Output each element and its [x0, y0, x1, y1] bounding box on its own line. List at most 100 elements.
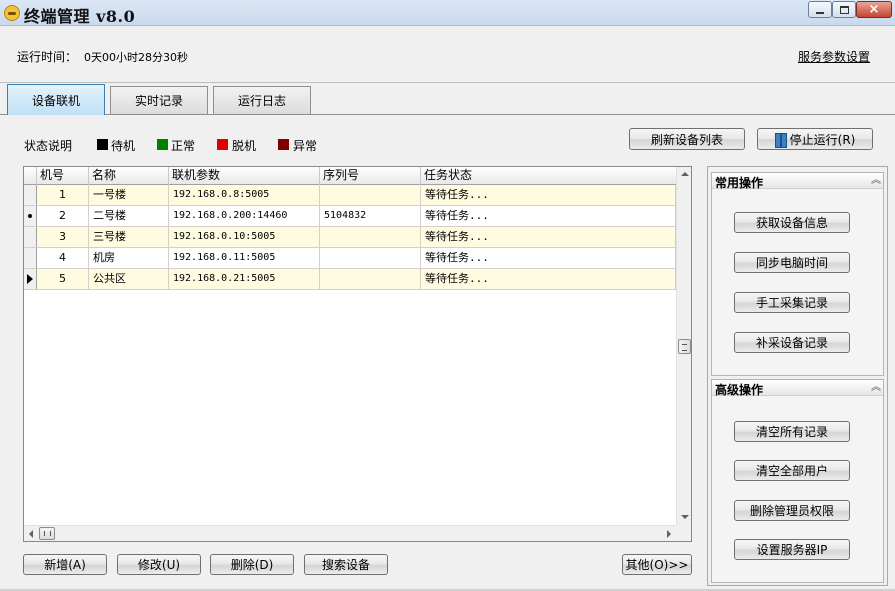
cell-name[interactable]: 二号楼	[89, 206, 169, 226]
column-header-name[interactable]: 名称	[89, 167, 169, 185]
vertical-scroll-thumb[interactable]	[678, 339, 691, 354]
cell-serial[interactable]	[320, 227, 421, 247]
scroll-right-icon[interactable]	[667, 530, 671, 538]
cell-name[interactable]: 公共区	[89, 269, 169, 289]
tab-realtime-records[interactable]: 实时记录	[110, 86, 208, 114]
advanced-operations-group: 高级操作 ︽ 清空所有记录 清空全部用户 删除管理员权限 设置服务器IP	[711, 379, 884, 583]
cell-name[interactable]: 三号楼	[89, 227, 169, 247]
legend-label-offline: 脱机	[232, 139, 257, 153]
column-header-params[interactable]: 联机参数	[169, 167, 320, 185]
legend-swatch-normal	[157, 139, 168, 150]
operations-panel: 常用操作 ︽ 获取设备信息 同步电脑时间 手工采集记录 补采设备记录 高级操作 …	[707, 166, 888, 586]
row-indicator[interactable]	[24, 185, 37, 205]
table-row[interactable]: 4 机房 192.168.0.11:5005 等待任务...	[24, 248, 676, 269]
scroll-left-icon[interactable]	[29, 530, 33, 538]
cell-status[interactable]: 等待任务...	[421, 227, 676, 247]
cell-params[interactable]: 192.168.0.21:5005	[169, 269, 320, 289]
stop-label: 停止运行(R)	[789, 132, 856, 147]
tab-device-online[interactable]: 设备联机	[7, 84, 105, 115]
collapse-icon[interactable]: ︽	[871, 173, 881, 189]
cell-params[interactable]: 192.168.0.10:5005	[169, 227, 320, 247]
row-indicator[interactable]	[24, 227, 37, 247]
cell-status[interactable]: 等待任务...	[421, 248, 676, 268]
window-title: 终端管理 v8.0	[24, 7, 136, 26]
tab-run-log[interactable]: 运行日志	[213, 86, 311, 114]
search-device-button[interactable]: 搜索设备	[304, 554, 388, 575]
add-button[interactable]: 新增(A)	[23, 554, 107, 575]
cell-name[interactable]: 一号楼	[89, 185, 169, 205]
cell-status[interactable]: 等待任务...	[421, 269, 676, 289]
cell-name[interactable]: 机房	[89, 248, 169, 268]
delete-button[interactable]: 删除(D)	[210, 554, 294, 575]
horizontal-scrollbar[interactable]	[24, 525, 676, 541]
grid-rows: 1 一号楼 192.168.0.8:5005 等待任务... 2 二号楼 192.168.0…	[24, 185, 676, 290]
cell-serial[interactable]: 5104832	[320, 206, 421, 226]
cell-status[interactable]: 等待任务...	[421, 185, 676, 205]
close-icon: ×	[868, 2, 880, 17]
close-button[interactable]: ×	[856, 1, 892, 18]
clear-all-users-button[interactable]: 清空全部用户	[734, 460, 850, 481]
delete-admin-rights-label: 删除管理员权限	[749, 504, 834, 518]
legend-swatch-abnormal	[278, 139, 289, 150]
scroll-corner	[676, 525, 691, 541]
table-row[interactable]: 5 公共区 192.168.0.21:5005 等待任务...	[24, 269, 676, 290]
recollect-device-records-label: 补采设备记录	[755, 336, 828, 350]
column-header-id[interactable]: 机号	[37, 167, 89, 185]
stop-running-button[interactable]: 停止运行(R)	[757, 128, 873, 150]
advanced-operations-header[interactable]: 高级操作 ︽	[712, 380, 883, 397]
edit-dot-icon	[28, 214, 32, 218]
manual-collect-records-button[interactable]: 手工采集记录	[734, 292, 850, 313]
horizontal-scroll-thumb[interactable]	[39, 527, 55, 540]
edit-button[interactable]: 修改(U)	[117, 554, 201, 575]
common-operations-header[interactable]: 常用操作 ︽	[712, 173, 883, 190]
collapse-icon[interactable]: ︽	[871, 380, 881, 396]
sync-pc-time-button[interactable]: 同步电脑时间	[734, 252, 850, 273]
refresh-device-list-button[interactable]: 刷新设备列表	[629, 128, 745, 150]
service-settings-link[interactable]: 服务参数设置	[798, 48, 870, 65]
row-indicator[interactable]	[24, 269, 37, 289]
cell-params[interactable]: 192.168.0.200:14460	[169, 206, 320, 226]
maximize-button[interactable]	[832, 1, 856, 18]
clear-all-records-button[interactable]: 清空所有记录	[734, 421, 850, 442]
get-device-info-button[interactable]: 获取设备信息	[734, 212, 850, 233]
legend-swatch-offline	[217, 139, 228, 150]
pause-icon	[774, 132, 787, 148]
recollect-device-records-button[interactable]: 补采设备记录	[734, 332, 850, 353]
scroll-down-icon[interactable]	[681, 515, 689, 519]
cell-id[interactable]: 3	[37, 227, 89, 247]
row-indicator-header	[24, 167, 37, 185]
cell-id[interactable]: 5	[37, 269, 89, 289]
scroll-up-icon[interactable]	[681, 172, 689, 176]
set-server-ip-button[interactable]: 设置服务器IP	[734, 539, 850, 560]
column-header-status[interactable]: 任务状态	[421, 167, 676, 185]
table-row[interactable]: 1 一号楼 192.168.0.8:5005 等待任务...	[24, 185, 676, 206]
current-row-arrow-icon	[27, 274, 33, 284]
legend-title: 状态说明	[24, 139, 73, 153]
cell-serial[interactable]	[320, 248, 421, 268]
set-server-ip-label: 设置服务器IP	[756, 543, 828, 557]
legend-label-abnormal: 异常	[293, 139, 318, 153]
cell-serial[interactable]	[320, 269, 421, 289]
cell-id[interactable]: 2	[37, 206, 89, 226]
column-header-serial[interactable]: 序列号	[320, 167, 421, 185]
minimize-button[interactable]	[808, 1, 832, 18]
table-row[interactable]: 3 三号楼 192.168.0.10:5005 等待任务...	[24, 227, 676, 248]
vertical-scrollbar[interactable]	[676, 167, 691, 525]
delete-label: 删除(D)	[230, 558, 274, 572]
cell-status[interactable]: 等待任务...	[421, 206, 676, 226]
cell-id[interactable]: 4	[37, 248, 89, 268]
cell-id[interactable]: 1	[37, 185, 89, 205]
table-row[interactable]: 2 二号楼 192.168.0.200:14460 5104832 等待任务...	[24, 206, 676, 227]
cell-params[interactable]: 192.168.0.11:5005	[169, 248, 320, 268]
refresh-label: 刷新设备列表	[650, 132, 723, 147]
delete-admin-rights-button[interactable]: 删除管理员权限	[734, 500, 850, 521]
common-operations-group: 常用操作 ︽ 获取设备信息 同步电脑时间 手工采集记录 补采设备记录	[711, 172, 884, 376]
sync-pc-time-label: 同步电脑时间	[755, 256, 828, 270]
cell-params[interactable]: 192.168.0.8:5005	[169, 185, 320, 205]
cell-serial[interactable]	[320, 185, 421, 205]
other-button[interactable]: 其他(O)>>	[622, 554, 692, 575]
edit-label: 修改(U)	[137, 558, 181, 572]
device-grid[interactable]: 机号 名称 联机参数 序列号 任务状态 1 一号楼 192.168.0.8:5005…	[23, 166, 692, 542]
row-indicator[interactable]	[24, 206, 37, 226]
row-indicator[interactable]	[24, 248, 37, 268]
